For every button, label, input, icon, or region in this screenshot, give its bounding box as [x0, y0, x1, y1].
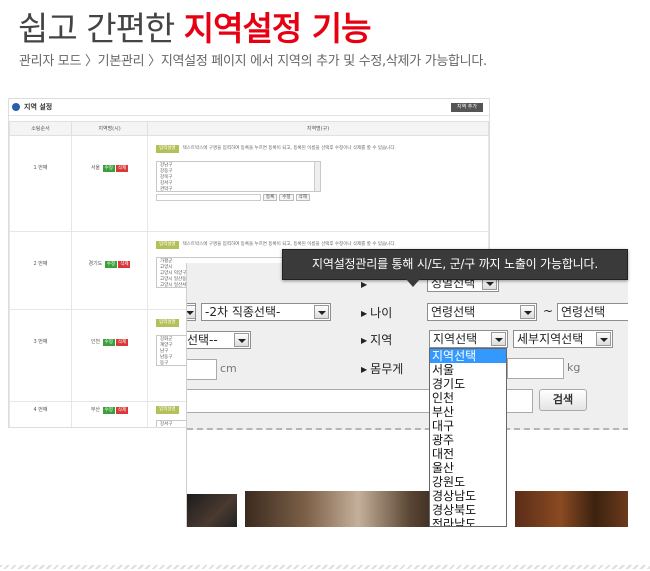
region-label: ▶ 지역 [361, 333, 393, 347]
row-city: 경기도 수정 삭제 [71, 231, 148, 310]
job2-select[interactable]: -2차 직종선택- [201, 303, 331, 321]
thumbnail-image [245, 491, 451, 527]
column-header-order: 소팅순서 [9, 121, 72, 136]
thumbnail-image [187, 494, 237, 527]
chevron-down-icon [314, 305, 329, 319]
tip-text: 텍스트박스에 구명을 입력하여 등록을 누르면 등록이 되고, 등록된 이름을 … [182, 242, 396, 247]
dropdown-option[interactable]: 광주 [430, 433, 506, 447]
chevron-down-icon [491, 332, 506, 346]
search-button[interactable]: 검색 [539, 389, 587, 411]
panel-title: 지역 설정 [24, 103, 53, 111]
age-to-value: 연령선택 [561, 305, 606, 319]
delete-button[interactable]: 삭제 [115, 165, 129, 172]
age-label: ▶ 나이 [361, 306, 393, 320]
table-row: 1 번째 서울 수정 삭제 입력설명 텍스트박스에 구명을 입력하여 등록을 누르면… [9, 135, 489, 232]
height-unit: cm [220, 362, 237, 375]
chevron-down-icon [187, 305, 195, 319]
district-listbox[interactable]: 강남구 강동구 강북구 강서구 관악구 [156, 161, 321, 192]
edit-button[interactable]: 수정 [104, 261, 118, 268]
delete-button[interactable]: 삭제 [115, 339, 129, 346]
tip-badge: 입력설명 [156, 406, 179, 414]
search-form-zoom: ▶ 성별선택 -2차 직종선택- ▶ 나이 연령선택 ~ 연령선택 선택-- ▶ 지… [186, 263, 628, 527]
row-order: 1 번째 [9, 135, 72, 232]
age-separator: ~ [543, 304, 554, 318]
dropdown-option[interactable]: 인천 [430, 391, 506, 405]
row-order: 3 번째 [9, 309, 72, 402]
dropdown-option[interactable]: 대전 [430, 447, 506, 461]
weight-label: ▶ 몸무게 [361, 362, 404, 376]
add-region-button[interactable]: 지역 추가 [451, 103, 483, 112]
info-icon [12, 103, 20, 111]
title-prefix: 쉽고 간편한 [18, 9, 184, 48]
dropdown-option[interactable]: 부산 [430, 405, 506, 419]
dropdown-option[interactable]: 경상남도 [430, 489, 506, 503]
region-left-value: 선택-- [187, 333, 218, 347]
job1-select[interactable] [187, 303, 196, 321]
row-districts: 입력설명 텍스트박스에 구명을 입력하여 등록을 누르면 등록이 되고, 등록된 … [147, 135, 489, 232]
weight-unit: kg [567, 361, 581, 374]
dropdown-option[interactable]: 경기도 [430, 377, 506, 391]
city-name: 인천 [90, 339, 101, 345]
column-header-city: 지역명(시) [71, 121, 148, 136]
title-highlight: 지역설정 기능 [183, 9, 372, 48]
district-edit-button[interactable]: 수정 [279, 194, 294, 201]
row-order: 2 번째 [9, 231, 72, 310]
chevron-down-icon [234, 333, 249, 347]
tip-badge: 입력설명 [156, 145, 179, 153]
age-to-select[interactable]: 연령선택 [557, 303, 628, 321]
tip-text: 텍스트박스에 구명을 입력하여 등록을 누르면 등록이 되고, 등록된 이름을 … [182, 146, 396, 151]
age-from-select[interactable]: 연령선택 [427, 303, 537, 321]
listbox-scrollbar[interactable] [314, 162, 320, 191]
dropdown-option[interactable]: 전라남도 [430, 517, 506, 526]
dropdown-option[interactable]: 대구 [430, 419, 506, 433]
region-detail-select[interactable]: 세부지역선택 [513, 330, 613, 348]
region-select-value: 지역선택 [433, 332, 478, 346]
region-detail-value: 세부지역선택 [517, 332, 584, 346]
dropdown-option[interactable]: 울산 [430, 461, 506, 475]
row-order: 4 번째 [9, 401, 72, 427]
list-item[interactable]: 관악구 [160, 187, 317, 193]
row-city: 인천 수정 삭제 [71, 309, 148, 402]
column-header-district: 지역명(구) [147, 121, 489, 136]
edit-button[interactable]: 수정 [102, 165, 115, 172]
dropdown-option[interactable]: 서울 [430, 363, 506, 377]
delete-button[interactable]: 삭제 [118, 261, 131, 268]
region-left-select[interactable]: 선택-- [187, 331, 251, 349]
breadcrumb-description: 관리자 모드 〉기본관리 〉지역설정 페이지 에서 지역의 추가 및 수정,삭제… [19, 54, 487, 69]
job2-select-value: -2차 직종선택- [205, 305, 281, 319]
panel-header: 지역 설정 지역 추가 [9, 99, 489, 116]
city-name: 서울 [90, 165, 101, 171]
city-name: 경기도 [88, 261, 103, 267]
row-city: 부산 수정 삭제 [71, 401, 148, 427]
tip-badge: 입력설명 [156, 241, 179, 249]
district-input[interactable] [156, 194, 261, 201]
chevron-down-icon [520, 305, 535, 319]
height-input[interactable] [187, 359, 217, 380]
district-controls: 등록 수정 삭제 [156, 194, 480, 201]
row-city: 서울 수정 삭제 [71, 135, 148, 232]
city-name: 부산 [90, 407, 101, 413]
age-from-value: 연령선택 [431, 305, 476, 319]
register-button[interactable]: 등록 [263, 194, 278, 201]
bottom-divider [0, 565, 650, 569]
chevron-down-icon [596, 332, 611, 346]
tip-badge: 입력설명 [156, 319, 179, 327]
table-header: 소팅순서 지역명(시) 지역명(구) [9, 121, 489, 136]
edit-button[interactable]: 수정 [102, 407, 115, 414]
weight-input[interactable] [507, 358, 564, 379]
edit-button[interactable]: 수정 [102, 339, 115, 346]
dropdown-option[interactable]: 경상북도 [430, 503, 506, 517]
thumbnail-image [515, 491, 628, 527]
district-delete-button[interactable]: 삭제 [295, 194, 310, 201]
delete-button[interactable]: 삭제 [115, 407, 129, 414]
page-title: 쉽고 간편한 지역설정 기능 [18, 2, 372, 50]
callout-tooltip: 지역설정관리를 통해 시/도, 군/구 까지 노출이 가능합니다. [282, 249, 628, 287]
region-dropdown-list[interactable]: 지역선택 서울 경기도 인천 부산 대구 광주 대전 울산 강원도 경상남도 경… [429, 348, 507, 527]
dropdown-option[interactable]: 강원도 [430, 475, 506, 489]
dropdown-option-selected[interactable]: 지역선택 [430, 349, 506, 363]
region-select[interactable]: 지역선택 [429, 330, 508, 348]
